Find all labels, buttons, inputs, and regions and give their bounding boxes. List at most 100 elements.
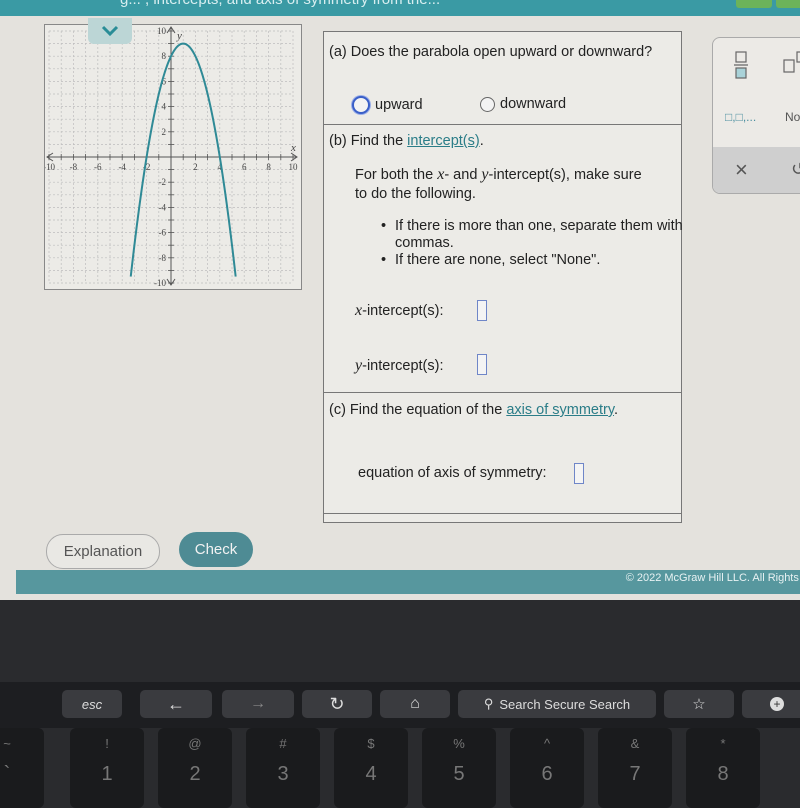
axis-of-symmetry-input[interactable] (574, 463, 584, 484)
home-key[interactable]: ⌂ (380, 690, 450, 718)
y-tick-label: -6 (159, 228, 167, 238)
list-button[interactable]: □,□,... (725, 110, 756, 124)
keyboard-key[interactable]: #3 (246, 728, 320, 808)
key-label: 4 (365, 763, 377, 785)
y-tick-label: -10 (154, 278, 166, 288)
y-intercept-input[interactable] (477, 354, 487, 375)
reload-key[interactable]: ↻ (302, 690, 372, 718)
y-tick-label: -4 (159, 202, 167, 212)
y-tick-label: -8 (159, 253, 167, 263)
keyboard-key[interactable]: ^ 6 (510, 728, 584, 808)
tool-bottom-bar: × ↺ (713, 147, 800, 193)
axis-of-symmetry-link[interactable]: axis of symmetry (506, 402, 614, 418)
part-b-prompt: (b) Find the intercept(s). (329, 133, 484, 149)
key-shift-label: $ (367, 736, 375, 751)
fraction-icon (734, 51, 748, 79)
graph-card: -10-8-6-4-2246810-10-8-6-4-2246810xy (43, 24, 302, 290)
question-panel: (a) Does the parabola open upward or dow… (323, 31, 685, 523)
radio-downward[interactable]: downward (480, 96, 566, 112)
part-c-prompt: (c) Find the equation of the axis of sym… (329, 402, 619, 418)
axis-of-symmetry-label: equation of axis of symmetry: (358, 465, 547, 481)
new-tab-key[interactable]: + (742, 690, 800, 718)
mixed-number-icon (783, 51, 800, 73)
y-tick-label: -2 (159, 177, 167, 187)
keyboard-key[interactable]: & 7 (598, 728, 672, 808)
key-shift-label: % (453, 736, 465, 751)
y-tick-label: 4 (162, 102, 167, 112)
keyboard-key[interactable]: ! 1 (70, 728, 144, 808)
collapse-graph-button[interactable] (88, 18, 132, 44)
x-axis-label: x (290, 142, 296, 154)
key-label: 7 (629, 763, 641, 785)
radio-label: upward (375, 97, 423, 113)
fraction-button[interactable] (733, 50, 749, 83)
back-key[interactable]: ← (140, 690, 212, 718)
radio-button[interactable] (352, 96, 370, 114)
keyboard-key[interactable]: % 5 (422, 728, 496, 808)
y-tick-label: 8 (162, 51, 167, 61)
key-shift-label: @ (188, 736, 202, 751)
x-tick-label: 2 (193, 162, 198, 172)
radio-upward[interactable]: upward (352, 96, 423, 114)
header-title: g... , intercepts, and axis of symmetry … (120, 0, 440, 8)
plus-icon: + (770, 697, 784, 711)
y-axis-label: y (176, 30, 182, 42)
part-c: (c) Find the equation of the axis of sym… (324, 393, 681, 514)
intercepts-link[interactable]: intercept(s) (407, 133, 480, 149)
y-tick-label: 2 (162, 127, 167, 137)
x-intercept-input[interactable] (477, 300, 487, 321)
key-shift-label: ^ (543, 736, 551, 751)
mixed-number-button[interactable] (783, 50, 800, 83)
x-tick-label: -6 (94, 162, 102, 172)
esc-key[interactable]: esc (62, 690, 122, 718)
keyboard-key[interactable]: @2 (158, 728, 232, 808)
x-tick-label: -4 (118, 162, 126, 172)
clear-button[interactable]: × (735, 157, 748, 183)
none-button[interactable]: None (785, 110, 800, 124)
search-label: Search Secure Search (499, 696, 631, 712)
key-shift-label: # (279, 736, 287, 751)
keyboard-key[interactable]: * 8 (686, 728, 760, 808)
y-intercept-label: y-intercept(s): (355, 357, 444, 374)
key-shift-label: * (720, 736, 726, 751)
chevron-down-icon (101, 25, 119, 37)
copyright-text: © 2022 McGraw Hill LLC. All Rights Re (625, 572, 800, 584)
part-a-prompt: (a) Does the parabola open upward or dow… (329, 44, 653, 60)
undo-icon[interactable]: ↺ (791, 159, 800, 180)
x-intercept-label: x-intercept(s): (355, 302, 444, 319)
header-button[interactable] (776, 0, 800, 8)
instruction-item: If there are none, select "None". (380, 252, 685, 269)
math-tool-panel: □,□,... None × ↺ (712, 37, 800, 194)
explanation-button[interactable]: Explanation (46, 534, 160, 569)
key-label: 1 (101, 763, 113, 785)
keyboard-key[interactable]: $4 (334, 728, 408, 808)
bookmark-key[interactable]: ☆ (664, 690, 734, 718)
x-tick-label: -8 (70, 162, 78, 172)
forward-key[interactable]: → (222, 690, 294, 718)
x-tick-label: -10 (45, 162, 55, 172)
key-label: 6 (541, 763, 553, 785)
key-label: 5 (453, 763, 465, 785)
key-label: ` (3, 763, 11, 785)
footer-bar: © 2022 McGraw Hill LLC. All Rights Re (16, 570, 800, 594)
x-tick-label: 6 (242, 162, 247, 172)
instruction-list: If there is more than one, separate them… (380, 218, 685, 269)
parabola-graph: -10-8-6-4-2246810-10-8-6-4-2246810xy (43, 25, 301, 289)
search-key[interactable]: ⚲ Search Secure Search (458, 690, 656, 718)
key-shift-label: & (630, 736, 640, 751)
radio-button[interactable] (480, 96, 495, 112)
header-button[interactable] (736, 0, 772, 8)
key-label: 2 (189, 763, 201, 785)
key-shift-label: ~ (3, 736, 11, 751)
key-label: 8 (717, 763, 729, 785)
radio-label: downward (500, 96, 567, 112)
instruction-item: If there is more than one, separate them… (380, 218, 685, 252)
keyboard-key[interactable]: ~ ` (0, 728, 44, 808)
key-shift-label: ! (105, 736, 109, 751)
screen: g... , intercepts, and axis of symmetry … (0, 0, 800, 600)
header-bar: g... , intercepts, and axis of symmetry … (0, 0, 800, 16)
x-tick-label: 10 (289, 162, 299, 172)
x-tick-label: 8 (266, 162, 271, 172)
key-label: 3 (277, 763, 289, 785)
check-button[interactable]: Check (179, 532, 253, 567)
